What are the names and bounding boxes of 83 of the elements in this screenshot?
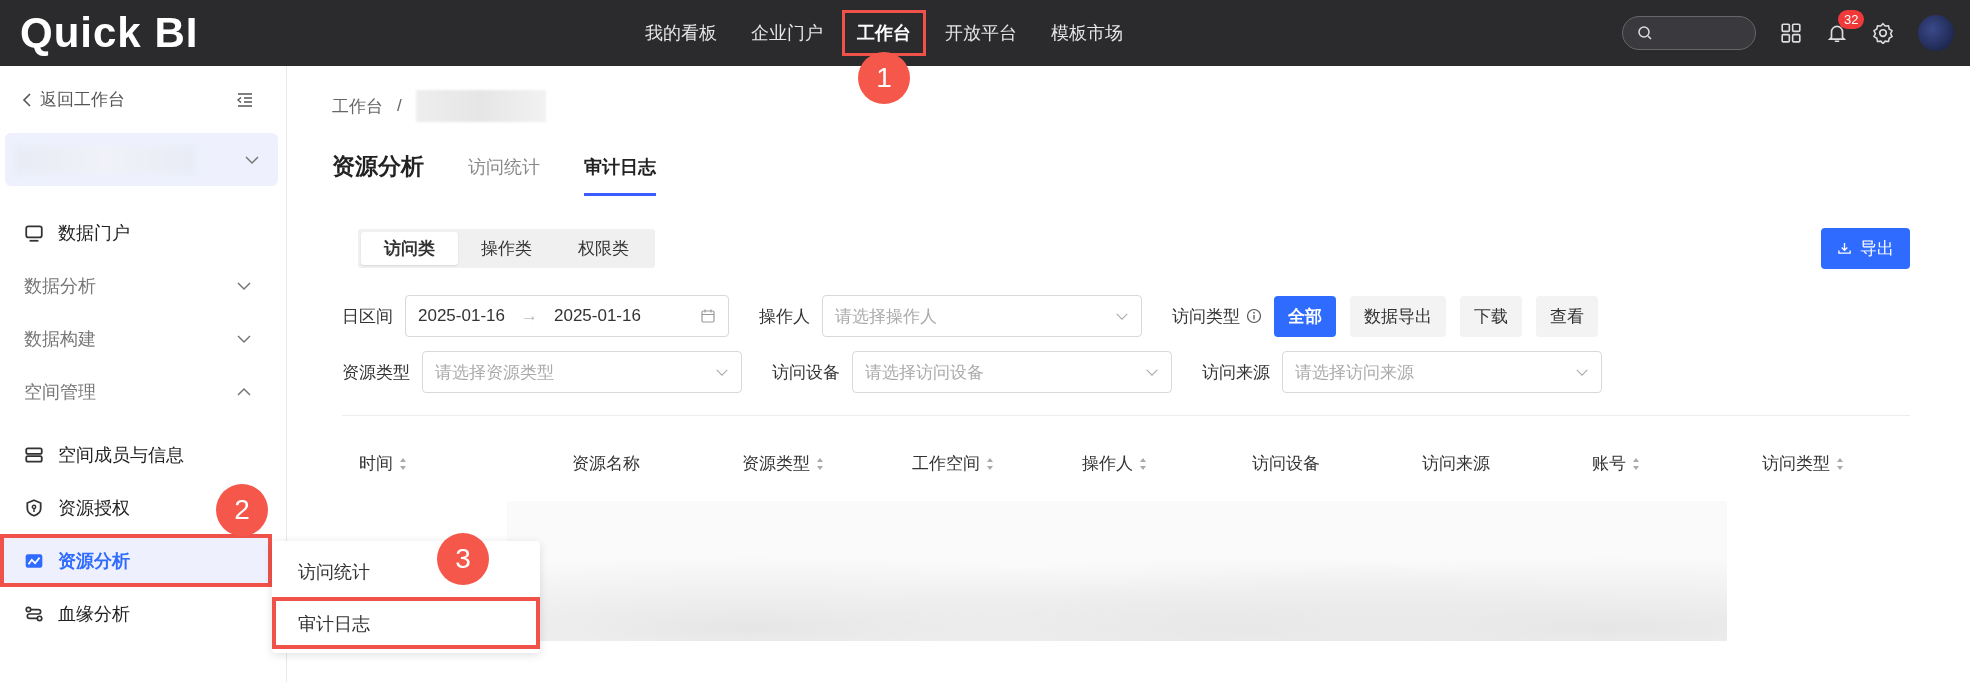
chevron-down-icon: [715, 367, 729, 377]
export-button[interactable]: 导出: [1821, 228, 1910, 269]
settings-icon[interactable]: [1872, 22, 1894, 44]
breadcrumb-separator: /: [397, 96, 402, 116]
sidebar-item[interactable]: 资源授权: [0, 481, 146, 534]
nav-link[interactable]: 企业门户: [736, 10, 838, 56]
sidebar-item[interactable]: 空间成员与信息: [0, 428, 200, 481]
date-range-field[interactable]: 2025-01-16 → 2025-01-16: [405, 295, 729, 337]
nav-link[interactable]: 开放平台: [930, 10, 1032, 56]
segment-option[interactable]: 访问类: [361, 232, 458, 265]
info-icon: [1246, 308, 1262, 324]
sidebar-item[interactable]: 数据门户: [0, 206, 146, 259]
filter-label: 访问来源: [1202, 361, 1270, 384]
collapse-icon[interactable]: [236, 91, 254, 108]
column-header[interactable]: 工作空间: [895, 452, 1065, 475]
shield-icon: [24, 497, 44, 518]
step-number-badge: 1: [858, 52, 910, 104]
sort-icon: [1139, 456, 1147, 471]
filter-label: 资源类型: [342, 361, 410, 384]
sort-icon: [986, 456, 994, 471]
nav-link[interactable]: 模板市场: [1036, 10, 1138, 56]
sidebar-item-label: 资源分析: [58, 549, 130, 573]
filter-chip[interactable]: 下载: [1460, 295, 1522, 337]
column-header[interactable]: 时间: [342, 452, 555, 475]
chevron-left-icon: [22, 91, 32, 108]
logo: Quick BI: [20, 9, 199, 57]
calendar-icon: [700, 308, 716, 324]
chevron-down-icon: [236, 333, 252, 344]
filter-label: 访问设备: [772, 361, 840, 384]
search-icon: [1637, 25, 1653, 41]
step-number-badge: 3: [437, 533, 489, 585]
sidebar-item-label: 血缘分析: [58, 602, 130, 626]
chevron-down-icon: [1115, 311, 1129, 321]
page-title: 资源分析: [332, 152, 424, 181]
column-header[interactable]: 操作人: [1065, 452, 1235, 475]
column-header[interactable]: 资源类型: [725, 452, 895, 475]
column-header: 资源名称: [571, 453, 641, 475]
sort-icon: [816, 456, 824, 471]
sort-icon: [1632, 456, 1640, 471]
column-header[interactable]: 访问类型: [1745, 452, 1910, 475]
filter-label: 操作人: [759, 305, 810, 328]
nav-link[interactable]: 我的看板: [630, 10, 732, 56]
column-header: 访问来源: [1421, 453, 1491, 475]
tab[interactable]: 访问统计: [468, 155, 540, 196]
chevron-down-icon: [1575, 367, 1589, 377]
chevron-down-icon: [1145, 367, 1159, 377]
segment-option[interactable]: 权限类: [555, 232, 652, 265]
menu-item[interactable]: 访问统计: [272, 545, 394, 597]
chevron-down-icon: [236, 280, 252, 291]
segment-option[interactable]: 操作类: [458, 232, 555, 265]
monitor-icon: [24, 222, 44, 243]
download-icon: [1837, 241, 1852, 256]
chevron-down-icon: [244, 154, 260, 165]
sort-icon: [1836, 456, 1844, 471]
search-field[interactable]: [1622, 16, 1756, 50]
back-link[interactable]: 返回工作台: [22, 88, 125, 111]
step-number-badge: 2: [216, 484, 268, 536]
sidebar-group[interactable]: 空间管理: [0, 365, 286, 418]
notification-badge: 32: [1838, 10, 1865, 29]
chevron-up-icon: [236, 386, 252, 397]
filter-label: 访问类型: [1172, 305, 1240, 328]
sidebar-item-label: 资源授权: [58, 496, 130, 520]
column-header[interactable]: 账号: [1575, 452, 1745, 475]
filter-chip[interactable]: 全部: [1274, 295, 1336, 337]
sidebar-group-label: 数据构建: [24, 327, 96, 351]
sidebar-item-label: 空间成员与信息: [58, 443, 184, 467]
column-header: 访问设备: [1251, 453, 1321, 475]
sidebar-item[interactable]: 资源分析: [0, 534, 272, 587]
stack-icon: [24, 444, 44, 465]
tab[interactable]: 审计日志: [584, 155, 656, 196]
sidebar-item-label: 数据门户: [58, 221, 130, 245]
filter-chip[interactable]: 数据导出: [1350, 295, 1446, 337]
sidebar-group[interactable]: 数据构建: [0, 312, 286, 365]
sidebar-group-label: 数据分析: [24, 274, 96, 298]
breadcrumb-link[interactable]: 工作台: [332, 94, 383, 118]
grid-icon[interactable]: [1780, 22, 1802, 44]
sidebar-item[interactable]: 血缘分析: [0, 587, 146, 640]
filter-chip[interactable]: 查看: [1536, 295, 1598, 337]
sidebar-group[interactable]: 数据分析: [0, 259, 286, 312]
filter-label: 日区间: [342, 305, 393, 328]
sort-icon: [399, 456, 407, 471]
sidebar-group-label: 空间管理: [24, 380, 96, 404]
menu-item[interactable]: 审计日志: [272, 597, 540, 649]
